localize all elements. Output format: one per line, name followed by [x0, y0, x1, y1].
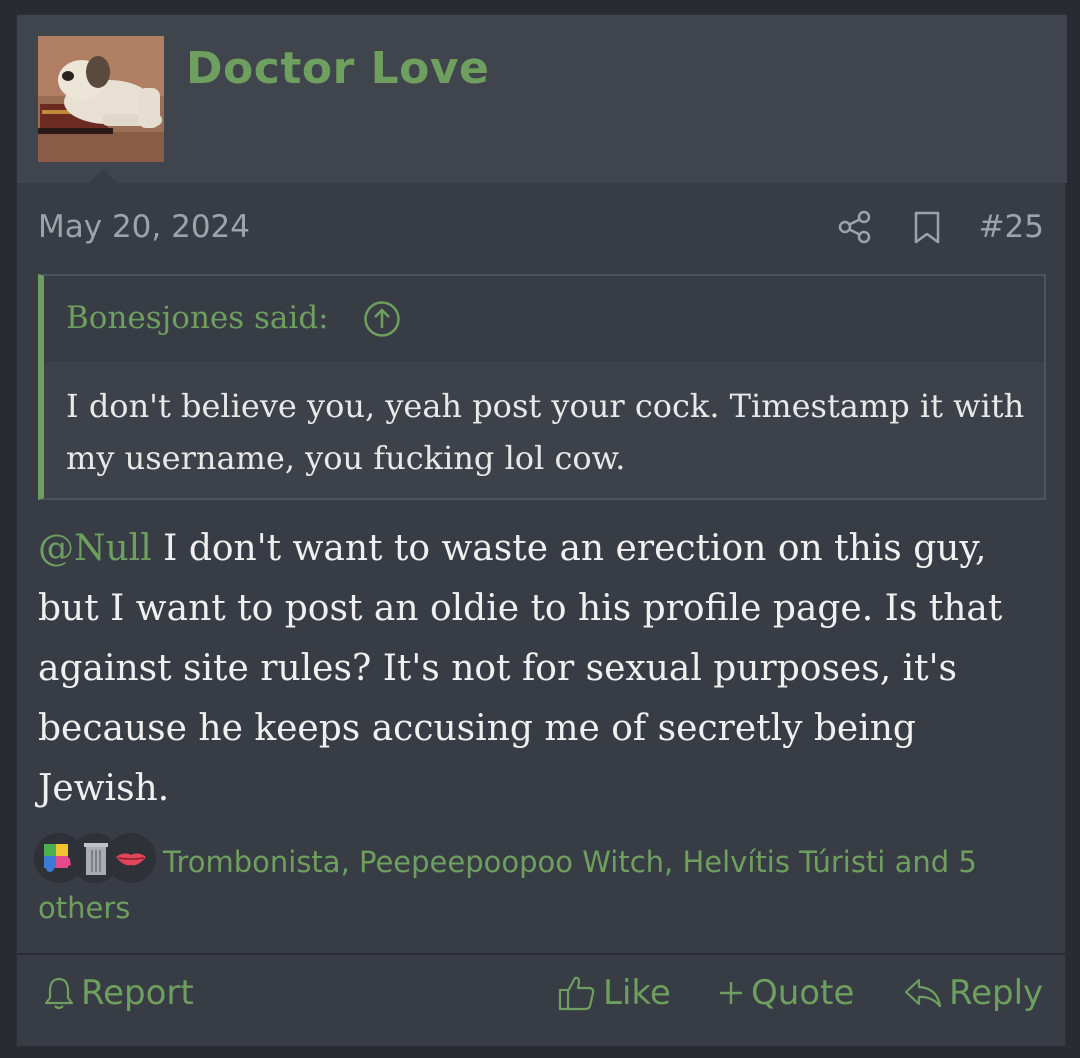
bookmark-icon[interactable]: [913, 211, 941, 245]
like-label: Like: [603, 973, 671, 1013]
quote-button[interactable]: Quote: [717, 968, 854, 1018]
post-body: @Null I don't want to waste an erection …: [38, 519, 1053, 819]
post-body-text: I don't want to waste an erection on thi…: [38, 528, 1003, 809]
share-icon[interactable]: [838, 210, 872, 244]
avatar[interactable]: [38, 36, 164, 162]
like-button[interactable]: Like: [557, 968, 671, 1018]
report-label: Report: [81, 973, 194, 1013]
bell-icon: [44, 977, 74, 1010]
reply-icon: [904, 978, 942, 1008]
plus-icon: [720, 982, 742, 1004]
quote-header: Bonesjones said:: [44, 276, 1044, 362]
reaction-users[interactable]: Trombonista, Peepeepoopoo Witch, Helvíti…: [38, 839, 1053, 931]
arrow-up-circle-icon[interactable]: [363, 300, 401, 338]
user-mention[interactable]: @Null: [38, 528, 152, 569]
quote-author[interactable]: Bonesjones said:: [66, 300, 329, 336]
reply-label: Reply: [949, 973, 1044, 1013]
post-actions: Report Like Quote Reply: [17, 955, 1065, 1047]
avatar-caret: [89, 169, 117, 183]
quote-block: Bonesjones said: I don't believe you, ye…: [38, 274, 1046, 500]
post-number[interactable]: #25: [979, 209, 1044, 245]
thumbs-up-icon: [558, 976, 595, 1011]
quote-label: Quote: [751, 973, 855, 1013]
forum-post: Doctor Love May 20, 2024 #25 Bonesjones …: [16, 14, 1067, 1047]
post-header: Doctor Love: [17, 15, 1067, 183]
quote-text: I don't believe you, yeah post your cock…: [66, 387, 1025, 477]
post-author[interactable]: Doctor Love: [186, 43, 489, 94]
post-date[interactable]: May 20, 2024: [38, 209, 250, 245]
reply-button[interactable]: Reply: [903, 968, 1043, 1018]
report-button[interactable]: Report: [43, 968, 194, 1018]
